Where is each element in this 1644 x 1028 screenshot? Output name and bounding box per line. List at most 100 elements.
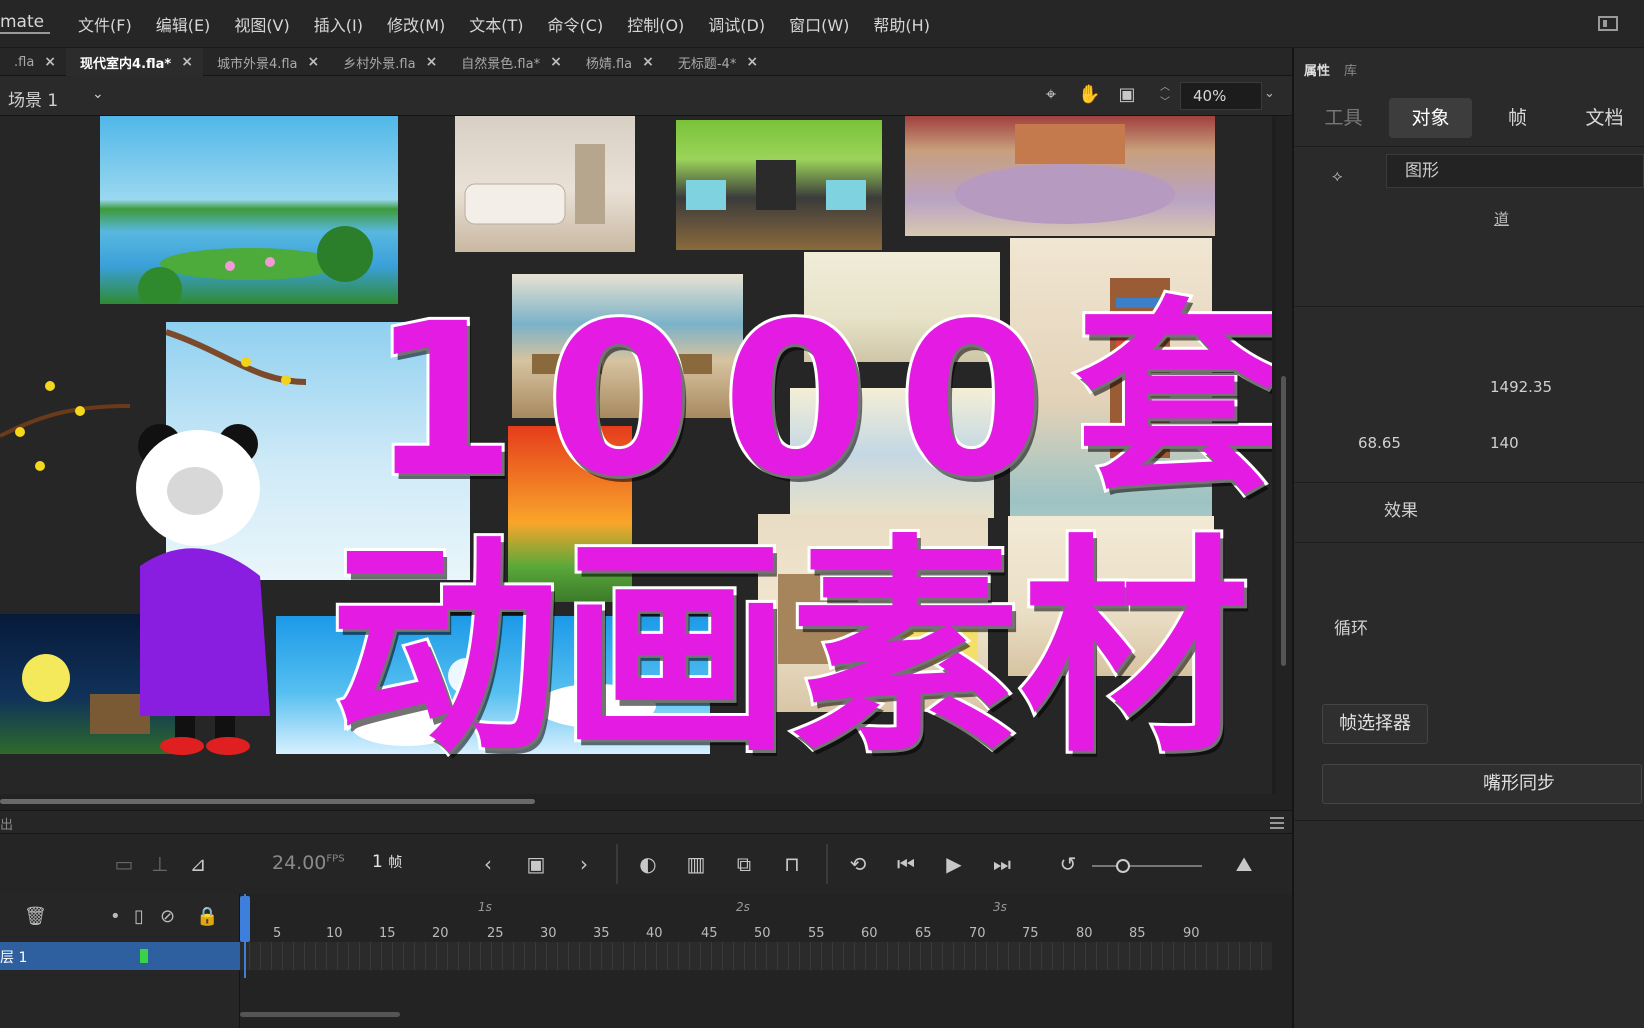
step-back-icon[interactable]: ⏮ <box>894 852 918 876</box>
stage-tools: ⌖ ✋ ▣ <box>1040 84 1138 106</box>
play-icon[interactable]: ▶ <box>942 852 966 876</box>
step-forward-icon[interactable]: ⏭ <box>990 852 1014 876</box>
close-icon[interactable]: × <box>746 54 758 70</box>
layer-row-selected[interactable]: 层 1 <box>0 942 240 970</box>
chevron-right-icon[interactable]: › <box>572 852 596 876</box>
lake-scene-image <box>100 116 398 304</box>
convert-symbol-icon[interactable]: ⧉ <box>732 852 756 876</box>
lip-sync-button[interactable]: 嘴形同步 <box>1322 764 1642 804</box>
menu-window[interactable]: 窗口(W) <box>789 12 849 36</box>
stage-vertical-scrollbar[interactable] <box>1276 116 1292 794</box>
close-icon[interactable]: × <box>642 54 654 70</box>
timeline-zoom-slider[interactable] <box>1092 859 1202 873</box>
tab-object[interactable]: 对象 <box>1389 98 1472 138</box>
close-icon[interactable]: × <box>181 54 193 70</box>
property-value[interactable]: 140 <box>1490 434 1519 452</box>
scrollbar-thumb[interactable] <box>0 799 535 804</box>
edit-link[interactable]: 道 <box>1494 208 1509 229</box>
menu-debug[interactable]: 调试(D) <box>708 12 765 36</box>
menu-text[interactable]: 文本(T) <box>469 12 523 36</box>
chevron-down-icon[interactable]: ⌄ <box>1264 86 1275 101</box>
close-icon[interactable]: × <box>550 54 562 70</box>
dining-table-icon <box>955 124 1175 224</box>
tab-frame[interactable]: 帧 <box>1476 98 1559 138</box>
panel-label[interactable]: 出 <box>0 814 13 833</box>
menu-file[interactable]: 文件(F) <box>78 12 132 36</box>
insert-keyframe-icon[interactable]: ▣ <box>524 852 548 876</box>
mountain-icon[interactable]: ⛰ <box>1232 852 1256 876</box>
stage-horizontal-scrollbar[interactable] <box>0 794 1292 810</box>
panel-menu-icon[interactable] <box>1270 817 1284 829</box>
menu-view[interactable]: 视图(V) <box>234 12 289 36</box>
doc-tab[interactable]: 杨婧.fla × <box>572 48 664 76</box>
zoom-input[interactable]: 40% <box>1180 82 1262 110</box>
playhead[interactable] <box>244 894 246 978</box>
section-effect[interactable]: 效果 <box>1384 496 1418 521</box>
chevron-left-icon[interactable]: ‹ <box>476 852 500 876</box>
scene-selector[interactable]: 场景 1 <box>8 86 58 111</box>
stage-canvas[interactable]: 1000套 动画素材 <box>0 116 1272 794</box>
promo-title-line1: 1000套 <box>367 278 1272 523</box>
tick-label: 5 <box>273 926 282 941</box>
fps-display[interactable]: 24.00FPS <box>272 852 345 874</box>
symbol-type-field[interactable]: 图形 <box>1386 154 1644 188</box>
fps-value[interactable]: 24.00 <box>272 852 326 874</box>
menu-insert[interactable]: 插入(I) <box>314 12 363 36</box>
menu-edit[interactable]: 编辑(E) <box>156 12 211 36</box>
close-icon[interactable]: × <box>44 54 56 70</box>
divider <box>1294 542 1644 543</box>
layers-panel: 🗑 • ▯ ⊘ 🔒 层 1 <box>0 894 240 1028</box>
doc-tab[interactable]: 乡村外景.fla × <box>329 48 447 76</box>
doc-tab[interactable]: .fla × <box>0 48 66 76</box>
layer-name[interactable]: 层 1 <box>0 947 27 967</box>
tab-document[interactable]: 文档 <box>1563 98 1644 138</box>
property-value[interactable]: 1492.35 <box>1490 378 1552 396</box>
delete-layer-icon[interactable]: 🗑 <box>24 906 47 927</box>
frame-picker-button[interactable]: 帧选择器 <box>1322 704 1428 744</box>
property-value[interactable]: 68.65 <box>1358 434 1401 452</box>
graph-icon[interactable]: ⊿ <box>186 852 210 876</box>
frame-ruler[interactable]: 1s 2s 3s 5 10 15 20 25 30 35 40 45 50 55… <box>240 894 1292 942</box>
current-frame[interactable]: 1 帧 <box>372 852 402 872</box>
seconds-label: 1s <box>478 900 492 914</box>
frame-value[interactable]: 1 <box>372 852 383 872</box>
edit-multiple-frames-icon[interactable]: ▥ <box>684 852 708 876</box>
tab-tools[interactable]: 工具 <box>1302 98 1385 138</box>
layer-frames[interactable] <box>240 942 1272 970</box>
loop-icon[interactable]: ⟲ <box>846 852 870 876</box>
scrollbar-thumb[interactable] <box>1281 376 1286 666</box>
close-icon[interactable]: × <box>426 54 438 70</box>
onion-skin-icon[interactable]: ◐ <box>636 852 660 876</box>
tab-properties[interactable]: 属性 <box>1304 60 1330 79</box>
clip-content-icon[interactable]: ▣ <box>1116 84 1138 106</box>
dot-icon[interactable]: • <box>110 906 121 927</box>
frames-area[interactable]: 1s 2s 3s 5 10 15 20 25 30 35 40 45 50 55… <box>240 894 1292 1028</box>
undo-icon[interactable]: ↺ <box>1056 852 1080 876</box>
close-icon[interactable]: × <box>308 54 320 70</box>
menu-control[interactable]: 控制(O) <box>627 12 684 36</box>
center-stage-icon[interactable]: ⌖ <box>1040 84 1062 106</box>
section-loop[interactable]: 循环 <box>1334 614 1368 639</box>
timeline-scrollbar[interactable] <box>240 1012 400 1017</box>
doc-tab[interactable]: 自然景色.fla* × <box>447 48 572 76</box>
chevron-down-icon[interactable]: ⌄ <box>92 86 104 102</box>
menu-modify[interactable]: 修改(M) <box>387 12 445 36</box>
camera-icon[interactable]: ▭ <box>112 852 136 876</box>
slider-knob[interactable] <box>1116 859 1130 873</box>
doc-tab-active[interactable]: 现代室内4.fla* × <box>66 48 203 76</box>
hide-icon[interactable]: ⊘ <box>160 906 175 927</box>
doc-tab[interactable]: 无标题-4* × <box>664 48 768 76</box>
menu-commands[interactable]: 命令(C) <box>548 12 604 36</box>
clip-frames-icon[interactable]: ⊓ <box>780 852 804 876</box>
stage-toolbar: 场景 1 ⌄ ⌖ ✋ ▣ ︿ ﹀ 40% ⌄ <box>0 76 1292 116</box>
zoom-stepper[interactable]: ︿ ﹀ <box>1160 80 1170 110</box>
hand-tool-icon[interactable]: ✋ <box>1078 84 1100 106</box>
menu-help[interactable]: 帮助(H) <box>873 12 930 36</box>
lock-icon[interactable]: 🔒 <box>196 906 218 927</box>
workspace-layout-icon[interactable] <box>1598 16 1618 31</box>
outline-icon[interactable]: ▯ <box>134 906 144 927</box>
doc-tab[interactable]: 城市外景4.fla × <box>203 48 329 76</box>
layer-parenting-icon[interactable]: ⊥ <box>148 852 172 876</box>
tab-library[interactable]: 库 <box>1344 60 1357 79</box>
tick-label: 80 <box>1076 926 1093 941</box>
